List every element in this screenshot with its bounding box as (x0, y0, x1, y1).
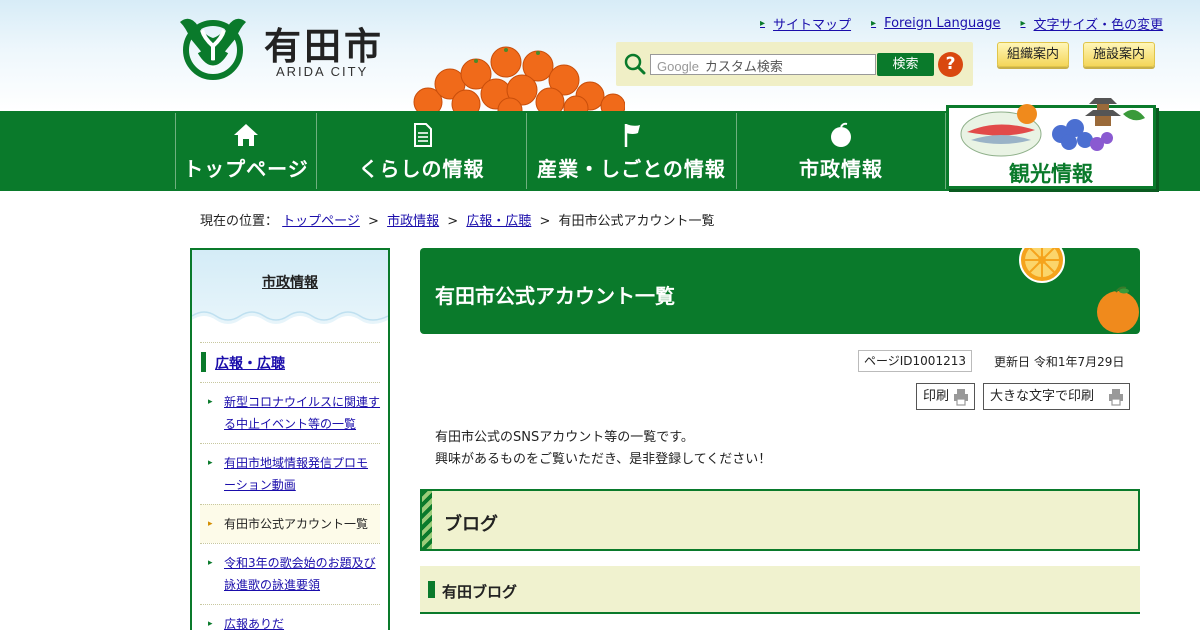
orange-decoration (1019, 248, 1139, 333)
site-logo-text[interactable]: 有田市 (264, 16, 384, 70)
sidebar-item-utakai-hajime[interactable]: 令和3年の歌会始のお題及び詠進歌の詠進要領 (224, 556, 376, 592)
list-item: 有田市地域情報発信プロモーション動画 (200, 443, 380, 504)
site-logo-subtitle: ARIDA CITY (276, 64, 369, 79)
flag-icon (624, 124, 640, 147)
breadcrumb-separator: > (368, 214, 379, 229)
wave-decoration (192, 311, 388, 334)
breadcrumb-separator: > (539, 214, 551, 229)
search-icon (624, 53, 646, 75)
nav-item-tourism[interactable]: 観光情報 (946, 98, 1156, 189)
sidebar-header: 市政情報 (192, 250, 388, 334)
breadcrumb-separator: > (447, 214, 459, 229)
heading-stripe (422, 491, 432, 549)
nav-item-label: トップページ (183, 157, 309, 181)
updated-date: 更新日 令和1年7月29日 (994, 355, 1125, 369)
search-placeholder: カスタム検索 (704, 60, 783, 75)
nav-item-top-page[interactable]: トップページ (175, 113, 316, 189)
section-marker (201, 352, 206, 372)
nav-item-label: 観光情報 (1009, 162, 1093, 186)
list-item: 令和3年の歌会始のお題及び詠進歌の詠進要領 (200, 543, 380, 604)
breadcrumb: 現在の位置： トップページ > 市政情報 > 広報・広聴 > 有田市公式アカウン… (200, 210, 715, 229)
section-heading-text: ブログ (444, 514, 498, 535)
sitemap-link[interactable]: サイトマップ (760, 14, 851, 33)
print-large-text-button[interactable]: 大きな文字で印刷 (983, 383, 1130, 410)
mikan-oranges-illustration (413, 46, 625, 111)
print-button[interactable]: 印刷 (916, 383, 975, 410)
intro-line: 興味があるものをご覧いただき、是非登録してください！ (435, 452, 772, 467)
intro-line: 有田市公式のSNSアカウント等の一覧です。 (435, 430, 694, 445)
sidebar-item-koho-arida[interactable]: 広報ありだ (224, 617, 284, 630)
nav-item-label: 産業・しごとの情報 (537, 157, 726, 181)
print-large-button-label: 大きな文字で印刷 (990, 389, 1095, 404)
nav-item-city-government[interactable]: 市政情報 (736, 113, 946, 189)
printer-icon (1109, 389, 1123, 406)
text-size-color-link[interactable]: 文字サイズ・色の変更 (1021, 14, 1164, 33)
tourism-illustration (960, 98, 1145, 157)
sidebar-title[interactable]: 市政情報 (192, 250, 388, 292)
nav-item-label: くらしの情報 (358, 157, 485, 181)
sidebar-item-promotion-video[interactable]: 有田市地域情報発信プロモーション動画 (224, 456, 368, 492)
organization-guide-button[interactable]: 組織案内 (997, 42, 1069, 67)
breadcrumb-link-public-relations[interactable]: 広報・広聴 (466, 214, 531, 229)
subsection-heading-arida-blog: 有田ブログ (420, 566, 1140, 614)
page-title: 有田市公式アカウント一覧 (435, 284, 675, 308)
sidebar-list: 新型コロナウイルスに関連する中止イベント等の一覧 有田市地域情報発信プロモーショ… (200, 382, 380, 630)
nav-item-label: 市政情報 (799, 157, 883, 181)
breadcrumb-current: 有田市公式アカウント一覧 (558, 214, 715, 229)
header-utility-links: サイトマップ Foreign Language 文字サイズ・色の変更 (760, 14, 1183, 33)
foreign-language-link[interactable]: Foreign Language (871, 14, 1000, 33)
breadcrumb-link-city-government[interactable]: 市政情報 (387, 214, 439, 229)
list-item-current: 有田市公式アカウント一覧 (200, 504, 380, 543)
print-button-label: 印刷 (923, 389, 950, 404)
google-brand-text: Google (657, 59, 699, 74)
document-icon (413, 123, 432, 147)
search-help-icon[interactable]: ? (938, 52, 963, 77)
sidebar-item-official-accounts: 有田市公式アカウント一覧 (224, 517, 369, 531)
subsection-heading-text: 有田ブログ (442, 583, 518, 601)
facility-guide-button[interactable]: 施設案内 (1083, 42, 1155, 67)
search-input[interactable]: Google カスタム検索 (650, 54, 876, 75)
list-item: 新型コロナウイルスに関連する中止イベント等の一覧 (200, 382, 380, 443)
city-emblem-icon[interactable] (176, 16, 250, 80)
heading-marker (428, 581, 435, 598)
nav-item-living[interactable]: くらしの情報 (316, 113, 526, 189)
search-button[interactable]: 検索 (877, 53, 934, 76)
orange-icon (831, 122, 851, 147)
intro-text: 有田市公式のSNSアカウント等の一覧です。 興味があるものをご覧いただき、是非登… (435, 427, 771, 471)
sidebar-item-covid-events[interactable]: 新型コロナウイルスに関連する中止イベント等の一覧 (224, 395, 380, 431)
breadcrumb-prefix: 現在の位置： (200, 214, 279, 229)
sidebar-section-link[interactable]: 広報・広聴 (215, 353, 285, 373)
page-title-bar: 有田市公式アカウント一覧 (420, 248, 1140, 334)
breadcrumb-link-top[interactable]: トップページ (282, 214, 360, 229)
sidebar: 市政情報 広報・広聴 新型コロナウイルスに関連する中止イベント等の一覧 有田市地… (190, 248, 390, 630)
section-heading-blog: ブログ (420, 489, 1140, 551)
house-icon (234, 124, 258, 146)
sidebar-section: 広報・広聴 (200, 342, 380, 382)
nav-item-industry-work[interactable]: 産業・しごとの情報 (526, 113, 736, 189)
list-item: 広報ありだ (200, 604, 380, 630)
printer-icon (954, 389, 968, 406)
page: 有田市 ARIDA CITY サイトマップ Foreign Language 文… (0, 0, 1200, 630)
page-id-badge: ページID1001213 (858, 350, 972, 372)
